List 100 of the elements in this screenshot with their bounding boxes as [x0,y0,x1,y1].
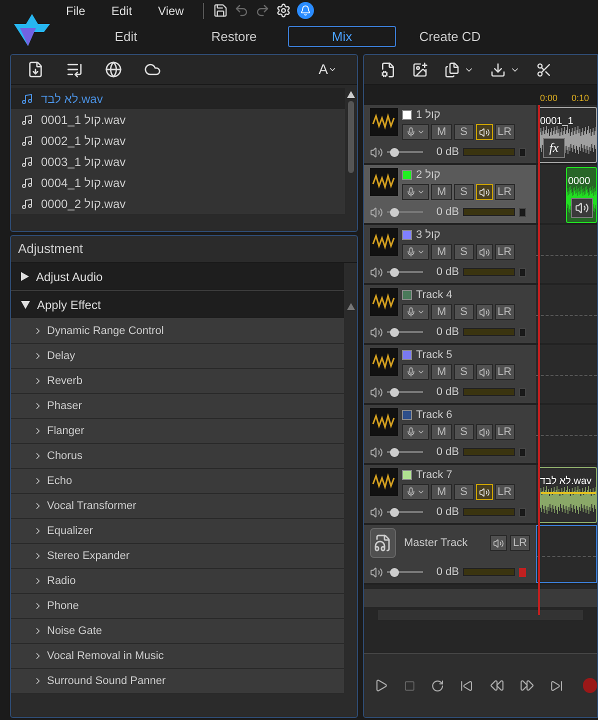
horizontal-scrollbar[interactable] [378,610,583,620]
color-swatch[interactable] [402,170,412,180]
volume-slider[interactable] [387,507,423,517]
solo-button[interactable]: S [454,484,474,500]
document-settings-icon[interactable] [380,62,396,78]
effect-item[interactable]: Phaser [11,394,344,419]
list-export-icon[interactable] [66,61,83,78]
pan-button[interactable]: LR [494,244,515,260]
pan-button[interactable]: LR [510,535,530,551]
mute-button[interactable]: M [431,364,452,380]
solo-button[interactable]: S [454,124,474,140]
volume-slider[interactable] [387,327,423,337]
menu-item[interactable]: View [145,2,197,20]
solo-button[interactable]: S [454,244,474,260]
export-menu-button[interactable] [490,62,520,78]
mute-button[interactable]: M [431,124,452,140]
slider-thumb[interactable] [390,448,400,456]
effect-item[interactable]: Noise Gate [11,619,344,644]
slider-thumb[interactable] [390,208,400,216]
slider-thumb[interactable] [390,508,400,516]
color-swatch[interactable] [402,110,412,120]
mode-tab[interactable]: Create CD [396,26,504,47]
audio-library-entry[interactable]: לא לבד.wav [11,88,345,109]
slider-thumb[interactable] [390,328,400,336]
input-button[interactable] [402,364,429,380]
rewind-icon[interactable] [490,678,504,693]
input-button[interactable] [402,424,429,440]
input-button[interactable] [402,484,429,500]
pan-button[interactable]: LR [494,424,515,440]
scroll-up-icon[interactable] [347,91,355,98]
slider-thumb[interactable] [390,148,400,156]
effect-item[interactable]: Echo [11,469,344,494]
settings-icon[interactable] [276,3,291,18]
color-swatch[interactable] [402,410,412,420]
import-icon[interactable] [27,61,44,78]
menu-item[interactable]: Edit [98,2,146,20]
effect-item[interactable]: Chorus [11,444,344,469]
solo-button[interactable]: S [454,364,474,380]
input-button[interactable] [402,184,429,200]
volume-slider[interactable] [387,447,423,457]
solo-button[interactable]: S [454,304,474,320]
audio-library-entry[interactable]: 0004_1 קול.wav [11,172,345,193]
output-button[interactable] [476,244,493,260]
effect-item[interactable]: Dynamic Range Control [11,319,344,344]
redo-icon[interactable] [254,3,270,18]
solo-button[interactable]: S [454,184,474,200]
menu-item[interactable]: File [52,2,98,20]
scissors-icon[interactable] [536,62,552,78]
font-size-button[interactable]: A [318,59,337,80]
mute-button[interactable]: M [431,424,452,440]
input-button[interactable] [402,304,429,320]
save-icon[interactable] [212,3,228,18]
output-button[interactable] [476,484,493,500]
play-icon[interactable] [374,678,388,693]
mute-button[interactable]: M [431,304,452,320]
effect-item[interactable]: Surround Sound Panner [11,669,344,694]
section-header[interactable]: Adjust Audio [11,263,344,291]
section-header[interactable]: Apply Effect [11,291,344,319]
color-swatch[interactable] [402,230,412,240]
output-button[interactable] [490,535,507,551]
undo-icon[interactable] [234,3,249,18]
previous-icon[interactable] [460,678,474,692]
effect-item[interactable]: Reverb [11,369,344,394]
volume-slider[interactable] [387,387,423,397]
slider-thumb[interactable] [390,388,400,396]
effect-item[interactable]: Phone [11,594,344,619]
fx-button[interactable]: fx [543,138,565,158]
mute-button[interactable]: M [431,184,452,200]
pan-button[interactable]: LR [494,304,515,320]
speaker-button[interactable] [571,198,593,218]
mode-tab[interactable]: Mix [288,26,396,47]
input-button[interactable] [402,124,429,140]
effect-item[interactable]: Vocal Transformer [11,494,344,519]
mode-tab[interactable]: Edit [72,26,180,47]
effect-item[interactable]: Stereo Expander [11,544,344,569]
audio-library-entry[interactable]: 0003_1 קול.wav [11,151,345,172]
effect-item[interactable]: Equalizer [11,519,344,544]
pan-button[interactable]: LR [494,124,515,140]
pan-button[interactable]: LR [494,484,515,500]
pan-button[interactable]: LR [494,364,515,380]
next-icon[interactable] [550,678,563,692]
pan-button[interactable]: LR [494,184,515,200]
audio-library-entry[interactable]: 0001_1 קול.wav [11,109,345,130]
audio-library-entry[interactable]: 0002_1 קול.wav [11,130,345,151]
scrollbar[interactable] [345,88,357,231]
effect-item[interactable]: Radio [11,569,344,594]
globe-icon[interactable] [105,61,122,78]
color-swatch[interactable] [402,470,412,480]
output-button[interactable] [476,364,493,380]
slider-thumb[interactable] [390,568,400,576]
copy-menu-button[interactable] [444,62,474,78]
output-button[interactable] [476,424,493,440]
stop-icon[interactable] [404,680,416,692]
slider-thumb[interactable] [390,268,400,276]
mute-button[interactable]: M [431,484,452,500]
notification-button[interactable] [296,2,314,20]
mode-tab[interactable]: Restore [180,26,288,47]
input-button[interactable] [402,244,429,260]
effect-item[interactable]: Vocal Removal in Music [11,644,344,669]
output-button[interactable] [476,184,493,200]
